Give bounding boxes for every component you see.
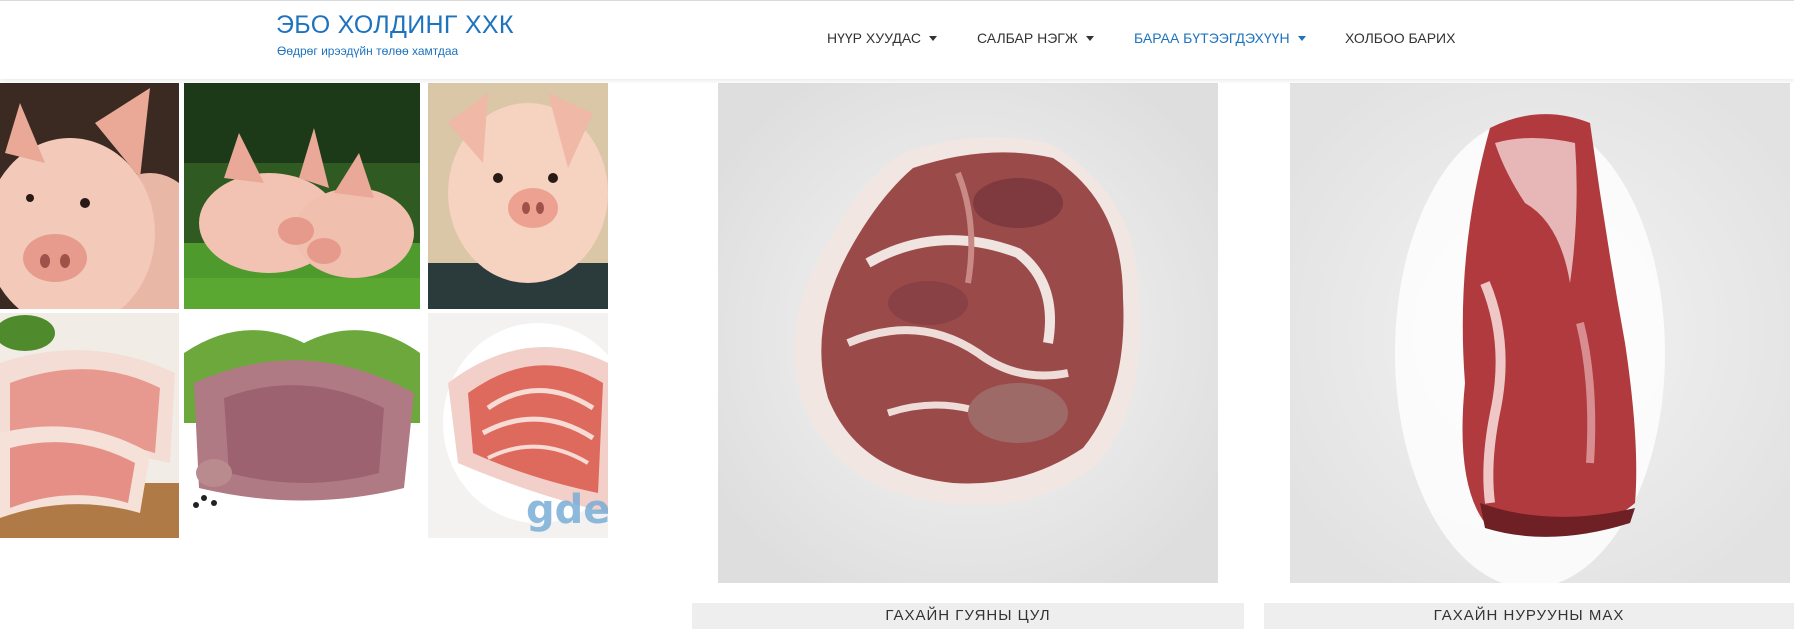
product-name-ham-leg[interactable]: ГАХАЙН ГУЯНЫ ЦУЛ	[692, 603, 1244, 629]
nav-item-label: САЛБАР НЭГЖ	[977, 30, 1078, 46]
nav-item-products[interactable]: БАРАА БҮТЭЭГДЭХҮҮН	[1134, 26, 1306, 50]
site-header: ЭБО ХОЛДИНГ ХХК Өөдрөг ирээдүйн төлөө ха…	[0, 1, 1794, 79]
nav-item-label: БАРАА БҮТЭЭГДЭХҮҮН	[1134, 30, 1290, 46]
product-image-pork-loin[interactable]	[1290, 83, 1790, 583]
pork-roast-with-lettuce-photo	[184, 313, 420, 538]
smiling-piglet-photo	[428, 83, 608, 309]
caret-down-icon	[1297, 35, 1306, 41]
product-image-ham-leg[interactable]	[718, 83, 1218, 583]
product-name-pork-loin[interactable]: ГАХАЙН НУРУУНЫ МАХ	[1264, 603, 1794, 629]
watermark-text: gde	[526, 487, 608, 533]
two-piglets-on-grass-photo	[184, 83, 420, 309]
pork-collage: gde	[0, 83, 610, 538]
caret-down-icon	[929, 35, 938, 41]
nav-item-label: НҮҮР ХУУДАС	[827, 30, 922, 46]
caret-down-icon	[1085, 35, 1094, 41]
piglet-photo	[0, 83, 179, 309]
nav-item-home[interactable]: НҮҮР ХУУДАС	[827, 26, 938, 50]
nav-item-label: ХОЛБОО БАРИХ	[1345, 30, 1456, 46]
nav-item-branches[interactable]: САЛБАР НЭГЖ	[977, 26, 1094, 50]
sliced-ham-photo: gde	[428, 313, 608, 538]
pork-chops-photo	[0, 313, 179, 538]
nav-item-contact[interactable]: ХОЛБОО БАРИХ	[1345, 26, 1455, 50]
main-nav: НҮҮР ХУУДАС САЛБАР НЭГЖ БАРАА БҮТЭЭГДЭХҮ…	[0, 26, 1794, 50]
